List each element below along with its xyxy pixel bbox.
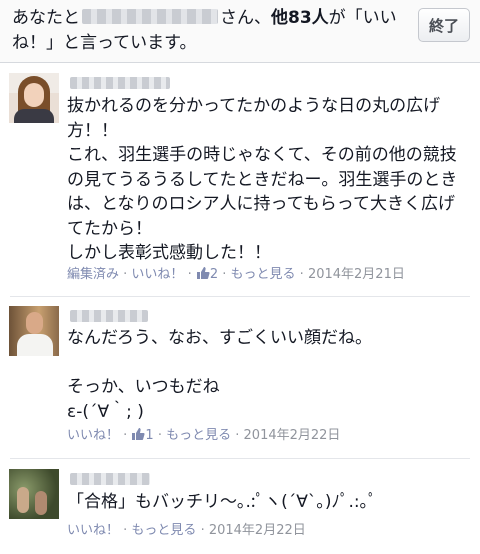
see-more-link[interactable]: もっと見る xyxy=(166,428,231,443)
like-count[interactable]: 1 xyxy=(131,428,154,443)
comment-divider xyxy=(10,296,470,297)
likes-middle: さん、 xyxy=(220,8,271,28)
comment-date: 2014年2月22日 xyxy=(243,428,341,443)
avatar[interactable] xyxy=(9,73,59,123)
comment-date: 2014年2月22日 xyxy=(208,523,306,538)
see-more-link[interactable]: もっと見る xyxy=(131,523,196,538)
comment-text: 「合格」もバッチリ〜｡.:ﾟヽ(´∀`｡)ﾉﾟ.:｡ﾟ xyxy=(67,492,377,512)
likes-prefix: あなたと xyxy=(12,8,80,28)
blurred-name xyxy=(82,9,218,24)
comment-date: 2014年2月21日 xyxy=(307,267,405,282)
likes-summary: あなたと さん、他83人が「いいね！」と言っています。 xyxy=(12,6,404,56)
comment-item: なんだろう、なお、すごくいい顔だね。 そっか、いつもだね ε-(´∀｀; ) い… xyxy=(0,298,480,458)
thumbs-up-icon xyxy=(132,428,145,440)
edited-link[interactable]: 編集済み xyxy=(67,267,119,282)
comment-item: 「合格」もバッチリ〜｡.:ﾟヽ(´∀`｡)ﾉﾟ.:｡ﾟ いいね！ · もっと見る… xyxy=(0,460,480,554)
comment-divider xyxy=(10,458,470,459)
end-button[interactable]: 終了 xyxy=(418,8,470,42)
comment-meta: いいね！ · 1 · もっと見る · 2014年2月22日 xyxy=(67,428,341,443)
like-count-number: 2 xyxy=(209,267,219,282)
blurred-commenter-name[interactable] xyxy=(70,473,150,485)
comment-meta: 編集済み · いいね！ · 2 · もっと見る · 2014年2月21日 xyxy=(67,267,405,282)
see-more-link[interactable]: もっと見る xyxy=(231,267,296,282)
thumbs-up-icon xyxy=(196,267,210,279)
comment-meta: いいね！ · もっと見る · 2014年2月22日 xyxy=(67,523,306,538)
like-link[interactable]: いいね！ xyxy=(67,523,119,538)
like-count[interactable]: 2 xyxy=(196,267,218,282)
blurred-commenter-name[interactable] xyxy=(70,310,148,322)
like-link[interactable]: いいね！ xyxy=(67,428,119,443)
comment-text: なんだろう、なお、すごくいい顔だね。 そっか、いつもだね ε-(´∀｀; ) xyxy=(67,328,372,422)
likes-count[interactable]: 他83人 xyxy=(271,8,329,28)
blurred-commenter-name[interactable] xyxy=(70,77,170,89)
comment-text: 抜かれるのを分かってたかのような日の丸の広げ方！！ これ、羽生選手の時じゃなくて… xyxy=(67,96,458,263)
like-count-number: 1 xyxy=(145,428,154,443)
like-link[interactable]: いいね！ xyxy=(131,267,183,282)
avatar[interactable] xyxy=(9,469,59,519)
comment-item: 抜かれるのを分かってたかのような日の丸の広げ方！！ これ、羽生選手の時じゃなくて… xyxy=(0,63,480,295)
likes-header: あなたと さん、他83人が「いいね！」と言っています。 終了 xyxy=(0,0,480,63)
avatar[interactable] xyxy=(9,306,59,356)
